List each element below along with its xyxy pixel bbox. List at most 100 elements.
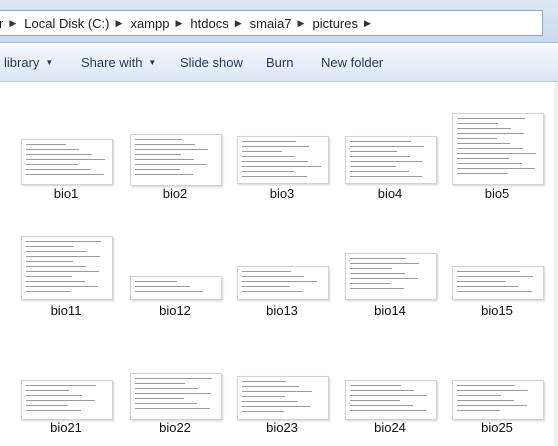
file-thumbnail[interactable] <box>452 113 544 185</box>
file-thumbnail[interactable] <box>345 136 437 184</box>
breadcrumb-leading-text: r <box>0 15 4 31</box>
thumbnail-text-line <box>242 156 295 157</box>
thumbnail-text-line <box>350 283 391 284</box>
share-with-button[interactable]: Share with ▼ <box>81 43 156 81</box>
file-thumbnail[interactable] <box>237 136 329 184</box>
thumbnail-text-line <box>242 386 299 387</box>
breadcrumb-label: Local Disk (C:) <box>24 15 110 31</box>
chevron-right-icon[interactable]: ▶ <box>298 18 305 29</box>
file-thumbnail[interactable] <box>452 380 544 420</box>
thumbnail-text-line <box>242 291 303 292</box>
breadcrumb-xampp[interactable]: xampp ▶ <box>130 11 190 35</box>
library-button[interactable]: library ▼ <box>4 43 53 81</box>
file-thumbnail[interactable] <box>345 253 437 300</box>
file-name-label: bio1 <box>53 186 79 201</box>
file-thumbnail[interactable] <box>237 266 329 300</box>
chevron-right-icon[interactable]: ▶ <box>175 18 182 29</box>
file-thumbnail[interactable] <box>21 236 113 300</box>
thumbnail-text-line <box>350 288 404 289</box>
thumbnail-text-line <box>457 286 519 287</box>
thumbnail-text-line <box>457 168 535 169</box>
thumbnail-text-line <box>350 390 414 391</box>
chevron-right-icon[interactable]: ▶ <box>116 18 123 29</box>
thumbnail-text-line <box>457 271 520 272</box>
thumbnail-text-line <box>242 166 321 167</box>
new-folder-button[interactable]: New folder <box>321 43 383 81</box>
thumbnail-text-line <box>457 395 501 396</box>
thumbnail-text-line <box>350 141 411 142</box>
slide-show-label: Slide show <box>180 54 243 70</box>
thumbnail-text-line <box>26 291 71 292</box>
thumbnail-text-line <box>135 398 184 399</box>
file-name-label: bio23 <box>266 420 298 435</box>
file-thumbnail[interactable] <box>21 139 113 185</box>
thumbnail-text-line <box>135 164 207 165</box>
thumbnail-text-line <box>26 281 85 282</box>
breadcrumb-leading[interactable]: r ▶ <box>0 11 24 35</box>
thumbnail-text-line <box>457 410 500 411</box>
file-thumbnail[interactable] <box>237 376 329 420</box>
file-name-label: bio14 <box>374 303 406 318</box>
thumbnail-text-line <box>135 154 181 155</box>
thumbnail-text-line <box>350 166 396 167</box>
thumbnail-text-line <box>457 133 524 134</box>
thumbnail-text-line <box>242 146 309 147</box>
file-thumbnail[interactable] <box>130 134 222 186</box>
thumbnail-text-line <box>26 286 98 287</box>
command-bar: library ▼ Share with ▼ Slide show Burn N… <box>0 43 558 82</box>
slide-show-button[interactable]: Slide show <box>180 43 243 81</box>
file-name-label: bio15 <box>481 303 513 318</box>
thumbnail-text-line <box>135 378 212 379</box>
thumbnail-text-line <box>457 158 509 159</box>
thumbnail-text-line <box>135 393 211 394</box>
file-thumbnail[interactable] <box>21 380 113 420</box>
breadcrumb-label: pictures <box>312 15 358 31</box>
thumbnail-text-line <box>242 176 307 177</box>
thumbnail-text-line <box>350 151 397 152</box>
thumbnail-text-line <box>457 276 533 277</box>
thumbnail-text-line <box>242 276 304 277</box>
scrollbar[interactable] <box>554 82 558 446</box>
thumbnail-text-line <box>26 174 104 175</box>
thumbnail-text-line <box>457 173 508 174</box>
file-name-label: bio11 <box>50 303 82 318</box>
thumbnail-text-line <box>457 128 511 129</box>
file-thumbnail[interactable] <box>452 266 544 300</box>
thumbnail-text-line <box>350 400 400 401</box>
file-thumbnail[interactable] <box>345 380 437 420</box>
thumbnail-text-line <box>26 395 82 396</box>
thumbnail-text-line <box>26 256 100 257</box>
chevron-right-icon[interactable]: ▶ <box>235 18 242 29</box>
file-thumbnail[interactable] <box>130 373 222 420</box>
breadcrumb-label: htdocs <box>190 15 229 31</box>
thumbnail-text-line <box>350 161 423 162</box>
file-name-label: bio3 <box>269 186 295 201</box>
thumbnail-text-line <box>26 169 91 170</box>
thumbnail-text-line <box>457 123 498 124</box>
thumbnail-text-line <box>350 146 424 147</box>
thumbnail-text-line <box>135 174 193 175</box>
burn-label: Burn <box>266 54 294 70</box>
breadcrumb-htdocs[interactable]: htdocs ▶ <box>190 11 249 35</box>
thumbnail-text-line <box>457 148 523 149</box>
chevron-right-icon[interactable]: ▶ <box>364 18 371 29</box>
thumbnail-text-line <box>135 403 197 404</box>
chevron-right-icon[interactable]: ▶ <box>9 18 16 29</box>
thumbnail-text-line <box>457 281 506 282</box>
thumbnail-text-line <box>242 171 294 172</box>
library-label: library <box>4 54 40 70</box>
breadcrumb-pictures[interactable]: pictures ▶ <box>312 11 378 35</box>
thumbnail-text-line <box>242 271 291 272</box>
breadcrumb-local-disk[interactable]: Local Disk (C:) ▶ <box>24 11 130 35</box>
thumbnail-text-line <box>242 161 308 162</box>
thumbnail-text-line <box>26 385 96 386</box>
thumbnail-text-line <box>135 144 195 145</box>
thumbnail-text-line <box>135 286 190 287</box>
thumbnail-text-line <box>135 159 194 160</box>
burn-button[interactable]: Burn <box>266 43 293 81</box>
address-bar[interactable]: r ▶ Local Disk (C:) ▶ xampp ▶ htdocs ▶ s… <box>0 10 543 36</box>
file-name-label: bio21 <box>50 420 82 435</box>
file-thumbnail[interactable] <box>130 276 222 300</box>
thumbnail-text-line <box>26 400 95 401</box>
breadcrumb-smaia7[interactable]: smaia7 ▶ <box>250 11 313 35</box>
